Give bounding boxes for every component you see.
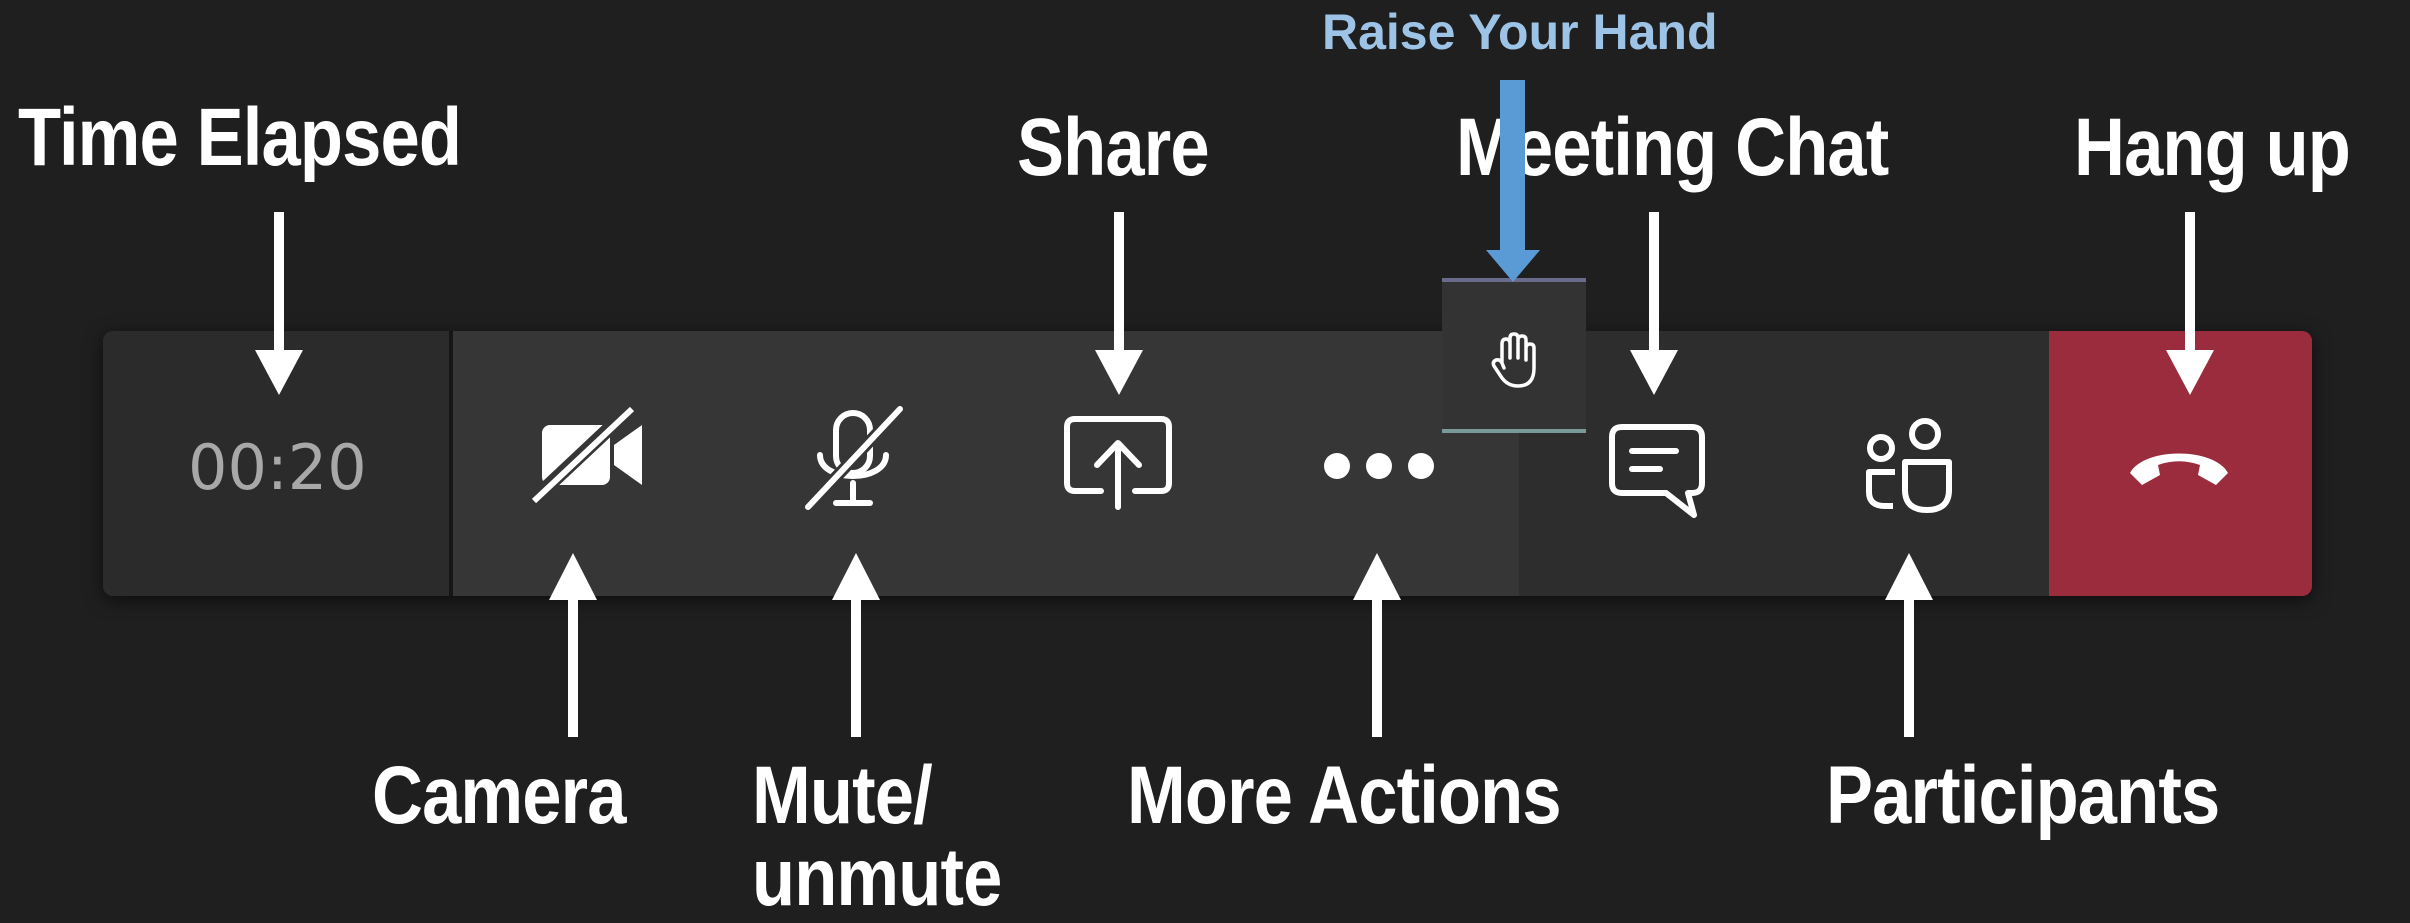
arrow-time-elapsed [255,80,2214,737]
arrow-down-chat [1630,212,1678,395]
arrow-up-more [1353,553,1401,737]
arrow-up-participants [1885,553,1933,737]
arrow-down-hangup [2166,212,2214,395]
arrow-up-mute [832,553,880,737]
arrow-up-camera [549,553,597,737]
arrow-down-raise-hand [1486,80,1540,282]
arrow-down-share [1095,212,1143,395]
arrow-down-time [255,212,303,395]
